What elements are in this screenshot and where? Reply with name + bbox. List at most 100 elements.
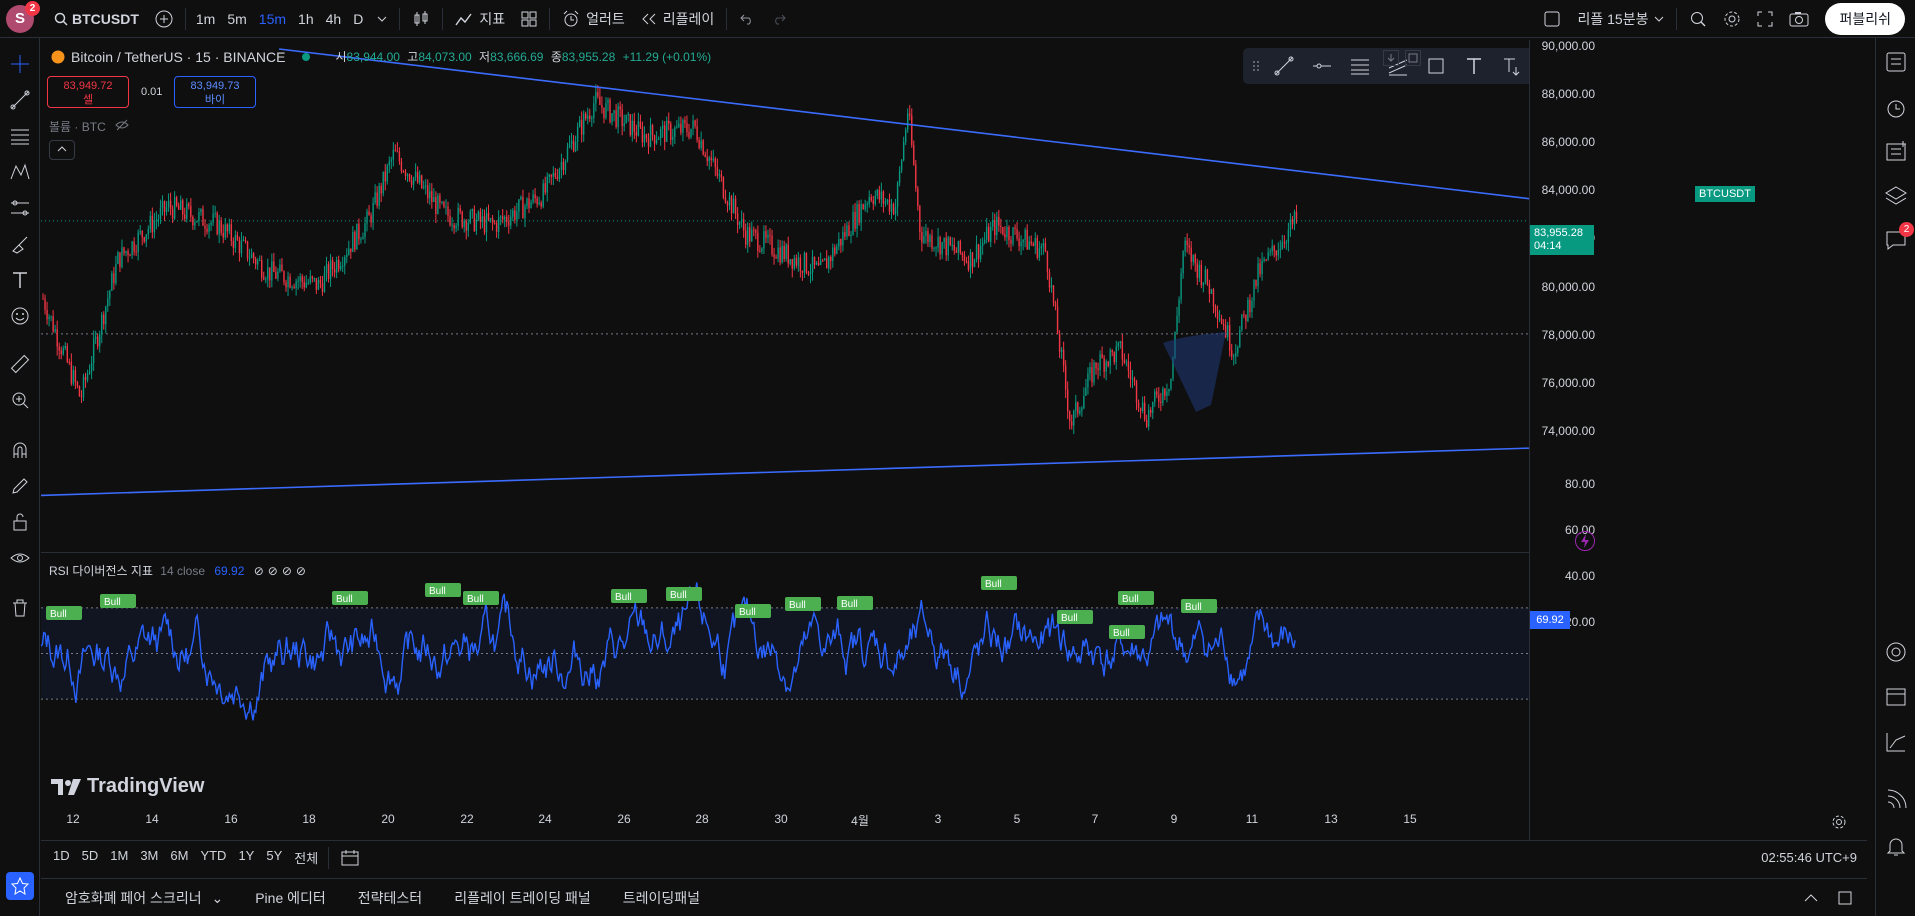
candle-body — [730, 196, 733, 214]
svg-text:Bull: Bull — [739, 607, 756, 618]
bell-icon[interactable] — [1884, 834, 1908, 858]
candle-body — [449, 215, 451, 226]
collapse-legend-button[interactable] — [49, 140, 75, 160]
indicators-button[interactable]: 지표 — [447, 0, 513, 38]
interval-D[interactable]: D — [347, 0, 369, 38]
favorites-star-icon[interactable] — [6, 872, 34, 900]
main-price-pane[interactable]: Bitcoin / TetherUS · 15 · BINANCE 시83,94… — [40, 40, 1569, 550]
snapshot-button[interactable] — [1781, 0, 1817, 38]
horizontal-ray-icon[interactable] — [1303, 48, 1341, 84]
interval-4h[interactable]: 4h — [320, 0, 348, 38]
user-avatar[interactable]: S 2 — [6, 0, 40, 33]
alarm-clock-icon[interactable] — [1884, 96, 1908, 120]
object-tree-icon[interactable] — [1884, 140, 1908, 164]
interval-1h[interactable]: 1h — [292, 0, 320, 38]
trendline-tool-icon[interactable] — [8, 88, 32, 112]
forecast-tool-icon[interactable] — [8, 196, 32, 220]
zoom-in-icon[interactable] — [8, 388, 32, 412]
replay-button[interactable]: 리플레이 — [633, 0, 723, 38]
clock-timezone[interactable]: 02:55:46 UTC+9 — [1761, 850, 1857, 865]
undo-button[interactable] — [731, 0, 763, 38]
fullscreen-button[interactable] — [1749, 0, 1781, 38]
lightning-icon[interactable] — [1574, 530, 1596, 552]
magnet-icon[interactable] — [8, 438, 32, 462]
symbol-search[interactable]: BTCUSDT — [46, 0, 147, 38]
watchlist-icon[interactable] — [1884, 50, 1908, 74]
stream-icon[interactable] — [1884, 788, 1908, 812]
sell-button[interactable]: 83,949.72 셀 — [47, 76, 129, 108]
interval-dropdown[interactable] — [369, 0, 395, 38]
panel-tab[interactable]: 암호화폐 페어 스크리너 ⌄ — [49, 888, 239, 908]
chevron-up-icon[interactable] — [1803, 893, 1819, 903]
pattern-tool-icon[interactable] — [8, 160, 32, 184]
candle-body — [1111, 349, 1113, 353]
candle-body — [265, 279, 267, 281]
range-button[interactable]: 1Y — [232, 848, 260, 867]
range-button[interactable]: YTD — [194, 848, 232, 867]
axis-settings-gear-icon[interactable] — [1831, 814, 1847, 830]
candle-body — [1077, 402, 1079, 414]
range-button[interactable]: 1M — [104, 848, 134, 867]
ruler-icon[interactable] — [8, 352, 32, 376]
calendar-icon[interactable] — [1884, 684, 1908, 708]
maximize-panel-icon[interactable] — [1837, 890, 1853, 906]
panel-tab[interactable]: Pine 에디터 — [239, 888, 342, 908]
interval-15m[interactable]: 15m — [253, 0, 292, 38]
range-button[interactable]: 5Y — [260, 848, 288, 867]
trash-icon[interactable] — [8, 596, 32, 620]
chat-button[interactable]: 2 — [1884, 222, 1914, 252]
price-label-icon[interactable] — [1493, 48, 1531, 84]
tradingview-logo[interactable]: TradingView — [51, 775, 204, 798]
layout-button[interactable] — [1535, 0, 1569, 38]
text-icon[interactable] — [1455, 48, 1493, 84]
emoji-tool-icon[interactable] — [8, 304, 32, 328]
target-icon[interactable] — [1884, 640, 1908, 664]
settings-button[interactable] — [1715, 0, 1749, 38]
eye-hidden-icon[interactable] — [115, 119, 129, 131]
panel-tab[interactable]: 트레이딩패널 — [607, 888, 716, 908]
templates-button[interactable] — [513, 0, 545, 38]
rsi-chart-svg[interactable]: BearBearBearBearBearBearBearBearBearBear… — [40, 475, 1529, 767]
alert-button[interactable]: 얼러트 — [554, 0, 633, 38]
time-axis[interactable]: 12 14 16 18 20 22 24 26 28 30 4월 3 5 7 9 11 13 15 — [41, 804, 1529, 834]
candle-body — [621, 109, 623, 127]
price-chart-svg[interactable] — [40, 40, 1530, 550]
price-scale[interactable]: 90,000.0088,000.0086,000.0084,000.0082,0… — [1529, 39, 1605, 840]
fib-tool-icon[interactable] — [8, 124, 32, 148]
layout-name-dropdown[interactable]: 리플 15분봉 — [1569, 0, 1672, 38]
interval-1m[interactable]: 1m — [190, 0, 221, 38]
rsi-pane[interactable]: BearBearBearBearBearBearBearBearBearBear… — [40, 475, 1529, 767]
layers-icon[interactable] — [1884, 184, 1908, 208]
panel-tab[interactable]: 전략테스터 — [342, 888, 438, 908]
interval-5m[interactable]: 5m — [221, 0, 252, 38]
candle-body — [1218, 318, 1221, 320]
buy-button[interactable]: 83,949.73 바이 — [174, 76, 256, 108]
go-to-date-icon[interactable] — [341, 849, 361, 867]
maximize-pane-icon[interactable] — [1405, 50, 1421, 66]
range-button[interactable]: 1D — [47, 848, 76, 867]
lock-icon[interactable] — [8, 510, 32, 534]
chart-container[interactable]: Bitcoin / TetherUS · 15 · BINANCE 시83,94… — [40, 39, 1867, 840]
parallel-channel-icon[interactable] — [1341, 48, 1379, 84]
range-button[interactable]: 6M — [164, 848, 194, 867]
chart-type-button[interactable] — [404, 0, 438, 38]
trendline-icon[interactable] — [1265, 48, 1303, 84]
eye-icon[interactable] — [8, 546, 32, 570]
drag-handle-icon[interactable] — [1247, 48, 1265, 84]
trendline-1[interactable] — [40, 447, 1530, 497]
quick-search-button[interactable] — [1681, 0, 1715, 38]
redo-button[interactable] — [763, 0, 795, 38]
publish-button[interactable]: 퍼블리쉬 — [1825, 2, 1905, 35]
crosshair-icon[interactable] — [8, 52, 32, 76]
text-tool-icon[interactable] — [8, 268, 32, 292]
range-button[interactable]: 전체 — [288, 848, 324, 867]
range-button[interactable]: 3M — [134, 848, 164, 867]
arrow-down-icon[interactable] — [1383, 50, 1399, 66]
range-button[interactable]: 5D — [76, 848, 105, 867]
brush-tool-icon[interactable] — [8, 232, 32, 256]
rectangle-icon[interactable] — [1417, 48, 1455, 84]
trend-chart-icon[interactable] — [1884, 730, 1908, 754]
lock-drawings-pencil-icon[interactable] — [8, 474, 32, 498]
compare-symbol-button[interactable] — [147, 0, 181, 38]
panel-tab[interactable]: 리플레이 트레이딩 패널 — [438, 888, 607, 908]
